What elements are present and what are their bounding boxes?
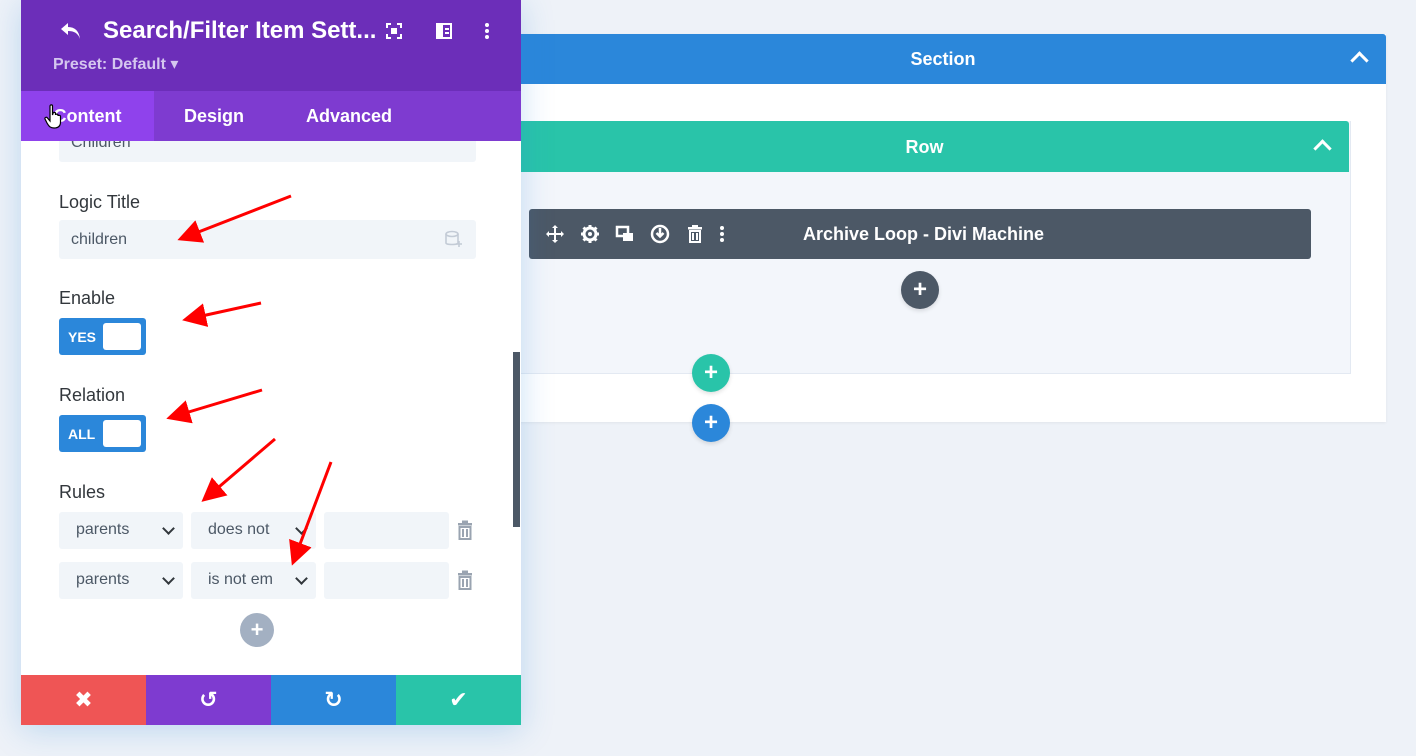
back-icon[interactable] — [59, 20, 81, 42]
save-button[interactable]: ✔ — [396, 675, 521, 725]
rule-condition-value: does not — [208, 521, 270, 538]
delete-rule-trash-icon[interactable] — [457, 520, 473, 540]
logic-title-value: children — [71, 231, 128, 248]
add-row-button[interactable]: + — [692, 354, 730, 392]
panel-header[interactable]: Search/Filter Item Sett... Preset: Defau… — [21, 0, 521, 91]
chevron-down-icon — [295, 522, 308, 535]
chevron-down-icon — [162, 572, 175, 585]
tab-advanced[interactable]: Advanced — [289, 91, 409, 141]
module-label: Archive Loop - Divi Machine — [803, 224, 1045, 244]
add-module-button[interactable]: + — [901, 271, 939, 309]
panel-body: Children Logic Title children Enable YES… — [21, 141, 521, 675]
more-options-icon[interactable] — [476, 20, 498, 42]
rule-condition-select[interactable]: does not — [191, 512, 316, 549]
tab-design[interactable]: Design — [164, 91, 264, 141]
trash-icon[interactable] — [685, 224, 705, 244]
expand-modal-icon[interactable] — [383, 20, 405, 42]
more-options-icon[interactable] — [712, 224, 732, 244]
relation-toggle-text: ALL — [68, 426, 96, 442]
rule-field-select[interactable]: parents — [59, 562, 183, 599]
redo-button[interactable]: ↻ — [271, 675, 396, 725]
settings-panel: Search/Filter Item Sett... Preset: Defau… — [21, 0, 521, 725]
hand-cursor-icon — [44, 104, 62, 129]
add-rule-button[interactable]: + — [240, 613, 274, 647]
rule-field-select[interactable]: parents — [59, 512, 183, 549]
rule-condition-value: is not em — [208, 571, 273, 588]
panel-tabs: Content Design Advanced — [21, 91, 521, 141]
title-field[interactable]: Children — [59, 141, 476, 162]
rules-label: Rules — [59, 482, 106, 502]
chevron-down-icon — [162, 522, 175, 535]
logic-title-field[interactable]: children — [59, 220, 476, 259]
rule-value-input[interactable] — [324, 512, 449, 549]
rule-condition-select[interactable]: is not em — [191, 562, 316, 599]
tab-content[interactable]: Content — [21, 91, 154, 141]
move-icon[interactable] — [545, 224, 565, 244]
save-to-library-icon[interactable] — [650, 224, 670, 244]
section-header-bar[interactable]: Section — [500, 34, 1386, 84]
add-section-button[interactable]: + — [692, 404, 730, 442]
enable-toggle[interactable]: YES — [59, 318, 146, 355]
enable-label: Enable — [59, 288, 116, 308]
chevron-down-icon — [295, 572, 308, 585]
duplicate-icon[interactable] — [615, 224, 635, 244]
preset-selector[interactable]: Preset: Default ▾ — [53, 54, 178, 74]
rule-field-value: parents — [76, 521, 130, 538]
relation-label: Relation — [59, 385, 126, 405]
relation-toggle[interactable]: ALL — [59, 415, 146, 452]
panel-scrollbar[interactable] — [513, 352, 520, 527]
delete-rule-trash-icon[interactable] — [457, 570, 473, 590]
rule-value-input[interactable] — [324, 562, 449, 599]
section-label: Section — [910, 49, 976, 69]
row-header-bar[interactable]: Row — [500, 121, 1349, 172]
module-bar[interactable]: Archive Loop - Divi Machine — [529, 209, 1311, 259]
enable-toggle-text: YES — [68, 329, 97, 345]
logic-title-label: Logic Title — [59, 192, 141, 212]
panel-title: Search/Filter Item Sett... — [103, 17, 377, 44]
toggle-knob — [103, 420, 141, 447]
toggle-knob — [103, 323, 141, 350]
cancel-button[interactable]: ✖ — [21, 675, 146, 725]
row-label: Row — [905, 137, 944, 157]
undo-button[interactable]: ↺ — [146, 675, 271, 725]
rule-field-value: parents — [76, 571, 130, 588]
gear-icon[interactable] — [580, 224, 600, 244]
dynamic-content-icon[interactable] — [444, 230, 464, 253]
split-view-icon[interactable] — [433, 20, 455, 42]
